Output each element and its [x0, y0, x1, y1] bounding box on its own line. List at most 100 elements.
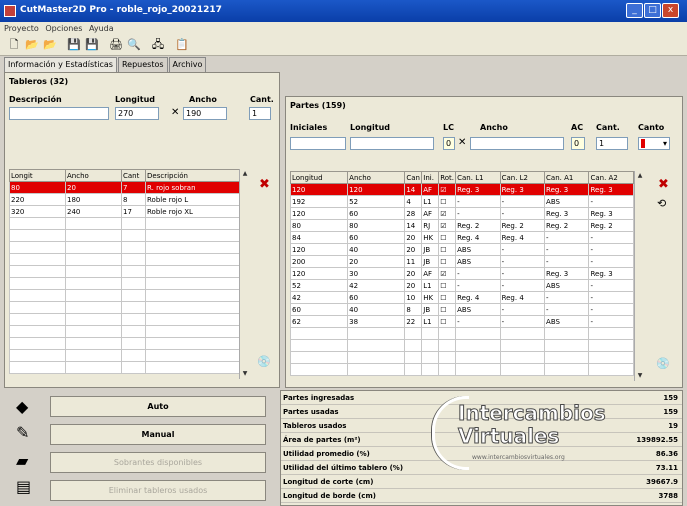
longitud-input[interactable] — [350, 137, 434, 150]
col-can-a1[interactable]: Can. A1 — [544, 171, 590, 184]
table-row[interactable] — [289, 339, 634, 352]
canto-select[interactable]: ▾ — [638, 137, 670, 150]
table-row[interactable] — [9, 349, 240, 362]
col-longitud[interactable]: Longitud — [289, 171, 349, 184]
table-cell[interactable] — [438, 327, 457, 340]
menu-proyecto[interactable]: Proyecto — [4, 22, 39, 35]
col-can-l2[interactable]: Can. L2 — [499, 171, 546, 184]
table-cell[interactable]: ☐ — [438, 195, 457, 208]
table-row[interactable] — [9, 337, 240, 350]
table-row[interactable] — [9, 217, 240, 230]
table-row[interactable]: 220 180 8 Roble rojo L — [9, 193, 240, 206]
partes-scrollbar[interactable]: ▲ ▼ — [634, 171, 645, 381]
table-row[interactable] — [289, 351, 634, 364]
table-row[interactable] — [289, 363, 634, 376]
col-ini[interactable]: Ini. — [421, 171, 440, 184]
table-cell[interactable]: ☑ — [438, 183, 457, 196]
table-row[interactable]: 62 38 22 L1 ☐ - - ABS - — [289, 315, 634, 328]
table-row[interactable]: 120 30 20 AF ☑ - - Reg. 3 Reg. 3 — [289, 267, 634, 280]
table-cell[interactable]: ☐ — [438, 303, 457, 316]
table-cell[interactable] — [438, 339, 457, 352]
menu-opciones[interactable]: Opciones — [45, 22, 82, 35]
delete-tablero-icon[interactable]: ✖ — [259, 177, 270, 192]
table-row[interactable]: 120 120 14 AF ☑ Reg. 3 Reg. 3 Reg. 3 Reg. 3 — [289, 183, 634, 196]
save-as-icon[interactable]: 💾 — [84, 37, 100, 53]
ancho-input[interactable] — [470, 137, 564, 150]
table-cell[interactable]: ☐ — [438, 231, 457, 244]
auto-button[interactable]: Auto — [50, 396, 266, 417]
table-row[interactable]: 120 60 28 AF ☑ - - Reg. 3 Reg. 3 — [289, 207, 634, 220]
table-row[interactable]: 320 240 17 Roble rojo XL — [9, 205, 240, 218]
col-descripcion[interactable]: Descripción — [145, 169, 240, 182]
table-row[interactable]: 200 20 11 JB ☐ ABS - - - — [289, 255, 634, 268]
minimize-button[interactable]: _ — [626, 3, 643, 18]
col-can[interactable]: Can — [404, 171, 423, 184]
table-cell[interactable]: ☐ — [438, 279, 457, 292]
close-button[interactable]: x — [662, 3, 679, 18]
table-cell[interactable]: ☐ — [438, 255, 457, 268]
table-row[interactable] — [9, 241, 240, 254]
table-cell[interactable] — [438, 363, 457, 376]
rotate-icon[interactable]: ⟲ — [657, 197, 666, 210]
col-can-a2[interactable]: Can. A2 — [588, 171, 634, 184]
table-row[interactable]: 192 52 4 L1 ☐ - - ABS - — [289, 195, 634, 208]
table-cell[interactable] — [438, 351, 457, 364]
table-cell[interactable]: ☐ — [438, 291, 457, 304]
table-row[interactable] — [9, 289, 240, 302]
table-row[interactable] — [9, 277, 240, 290]
print-preview-icon[interactable]: 🔍 — [126, 37, 142, 53]
table-row[interactable] — [9, 253, 240, 266]
ancho-input[interactable]: 190 — [183, 107, 227, 120]
tab-informacion[interactable]: Información y Estadísticas — [4, 57, 117, 72]
lc-input[interactable]: 0 — [443, 137, 455, 150]
table-row[interactable]: 84 60 20 HK ☐ Reg. 4 Reg. 4-- — [289, 231, 634, 244]
table-row[interactable] — [9, 229, 240, 242]
open-folder-icon[interactable]: 📂 — [24, 37, 40, 53]
table-row[interactable] — [9, 361, 240, 374]
maximize-button[interactable]: □ — [644, 3, 661, 18]
cant-input[interactable]: 1 — [596, 137, 628, 150]
scroll-down-icon[interactable]: ▼ — [635, 371, 645, 381]
table-row[interactable] — [289, 327, 634, 340]
table-row[interactable]: 60 40 8 JB ☐ ABS - - - — [289, 303, 634, 316]
new-document-icon[interactable]: 🗋 — [6, 37, 22, 53]
col-longit[interactable]: Longit — [9, 169, 66, 182]
col-rot[interactable]: Rot. — [438, 171, 457, 184]
table-row[interactable]: 80 20 7 R. rojo sobran — [9, 181, 240, 194]
table-row[interactable]: 80 80 14 RJ ☑ Reg. 2 Reg. 2 Reg. 2 Reg. 2 — [289, 219, 634, 232]
descripcion-input[interactable] — [9, 107, 109, 120]
col-ancho[interactable]: Ancho — [65, 169, 122, 182]
table-row[interactable]: 42 60 10 HK ☐ Reg. 4 Reg. 4-- — [289, 291, 634, 304]
table-row[interactable]: 120 40 20 JB ☐ ABS - - - — [289, 243, 634, 256]
table-cell[interactable]: ☐ — [438, 243, 457, 256]
col-ancho[interactable]: Ancho — [347, 171, 406, 184]
col-cant[interactable]: Cant — [121, 169, 146, 182]
report-icon[interactable]: 📋 — [174, 37, 190, 53]
scroll-down-icon[interactable]: ▼ — [240, 369, 250, 379]
menu-ayuda[interactable]: Ayuda — [89, 22, 114, 35]
table-row[interactable]: 52 42 20 L1 ☐ - - ABS - — [289, 279, 634, 292]
export-icon[interactable]: 🖧 — [150, 37, 166, 53]
table-cell[interactable]: ☑ — [438, 219, 457, 232]
table-row[interactable] — [9, 301, 240, 314]
disk-icon[interactable]: 💿 — [656, 357, 670, 370]
save-icon[interactable]: 💾 — [66, 37, 82, 53]
delete-parte-icon[interactable]: ✖ — [658, 177, 669, 192]
sobrantes-button[interactable]: Sobrantes disponibles — [50, 452, 266, 473]
eliminar-tableros-button[interactable]: Eliminar tableros usados — [50, 480, 266, 501]
scroll-up-icon[interactable]: ▲ — [240, 169, 250, 179]
table-cell[interactable]: ☑ — [438, 267, 457, 280]
print-icon[interactable]: 🖨 — [108, 37, 124, 53]
tab-repuestos[interactable]: Repuestos — [117, 57, 168, 72]
tableros-scrollbar[interactable]: ▲ ▼ — [239, 169, 250, 379]
manual-button[interactable]: Manual — [50, 424, 266, 445]
tab-archivo[interactable]: Archivo — [168, 57, 207, 72]
table-cell[interactable]: ☐ — [438, 315, 457, 328]
iniciales-input[interactable] — [290, 137, 346, 150]
longitud-input[interactable]: 270 — [115, 107, 159, 120]
table-cell[interactable]: ☑ — [438, 207, 457, 220]
table-row[interactable] — [9, 265, 240, 278]
table-row[interactable] — [9, 325, 240, 338]
open-folder-alt-icon[interactable]: 📂 — [42, 37, 58, 53]
table-row[interactable] — [9, 313, 240, 326]
